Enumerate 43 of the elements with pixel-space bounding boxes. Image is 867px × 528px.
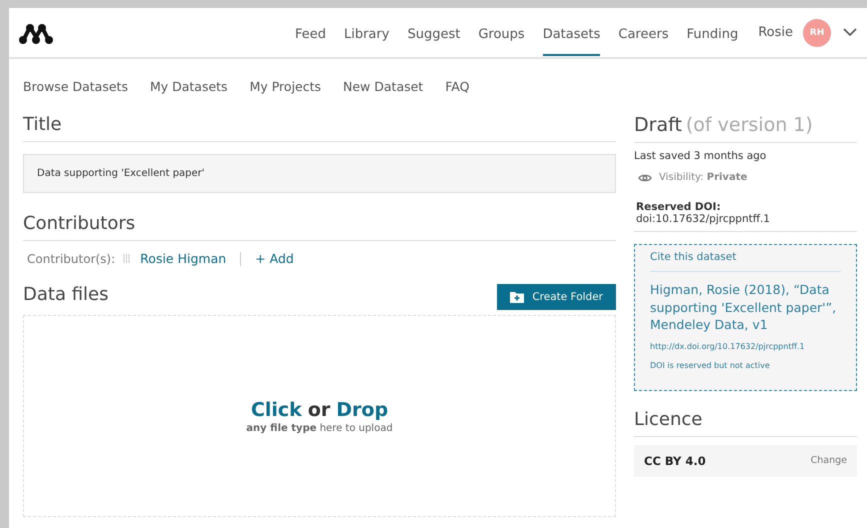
draft-status: Draft xyxy=(634,114,682,136)
nav-tab[interactable]: Datasets xyxy=(542,13,600,56)
drop-text: or xyxy=(308,398,330,420)
change-link[interactable]: Change xyxy=(810,455,847,466)
create-folder-button[interactable]: Create Folder xyxy=(497,284,616,310)
logo-icon[interactable] xyxy=(18,22,54,44)
drag-handle-icon[interactable] xyxy=(123,254,130,263)
licence-value: CC BY 4.0 xyxy=(644,454,706,468)
file-drop-zone[interactable]: Click or Drop any file type here to upload xyxy=(23,315,616,517)
subnav-link[interactable]: Browse Datasets xyxy=(23,79,128,94)
doi-url[interactable]: http://dx.doi.org/10.17632/pjrcppntff.1 xyxy=(650,342,841,350)
chevron-down-icon[interactable] xyxy=(843,28,857,37)
nav-tab[interactable]: Suggest xyxy=(407,13,460,56)
nav-tab[interactable]: Feed xyxy=(294,13,326,56)
cite-heading: Cite this dataset xyxy=(650,251,841,272)
subnav-link[interactable]: New Dataset xyxy=(343,79,424,94)
nav-tab[interactable]: Library xyxy=(344,13,390,56)
section-heading: Contributors xyxy=(23,207,616,241)
drop-link[interactable]: Drop xyxy=(336,398,388,420)
nav-tab[interactable]: Groups xyxy=(478,13,525,56)
version-note: (of version 1) xyxy=(686,114,813,136)
subnav-link[interactable]: My Datasets xyxy=(150,79,228,94)
add-link[interactable]: + Add xyxy=(255,251,294,266)
subnav-link[interactable]: FAQ xyxy=(445,79,470,94)
subnav-link[interactable]: My Projects xyxy=(250,79,322,94)
nav-tab[interactable]: Funding xyxy=(686,13,738,56)
contributor-link[interactable]: Rosie Higman xyxy=(140,251,226,266)
user-name[interactable]: Rosie xyxy=(758,25,793,40)
folder-plus-icon xyxy=(510,290,524,302)
title-field[interactable]: Data supporting 'Excellent paper' xyxy=(23,154,616,193)
eye-icon xyxy=(638,172,652,182)
click-link[interactable]: Click xyxy=(250,398,302,420)
upload-hint: any file type here to upload xyxy=(246,422,393,434)
doi-note: DOI is reserved but not active xyxy=(650,360,771,370)
citation-text: Higman, Rosie (2018), “Data supporting 'Excellent paper'”, Mendeley Data, v1 xyxy=(650,281,838,334)
section-heading: Licence xyxy=(634,402,857,436)
section-heading: Data files xyxy=(23,283,108,307)
reserved-doi-text: Reserved DOI: doi:10.17632/pjrcppntff.1 xyxy=(634,183,857,232)
contributors-label: Contributor(s): xyxy=(27,252,116,266)
visibility-text: Visibility: Private xyxy=(659,172,748,183)
nav-tab[interactable]: Careers xyxy=(618,13,669,56)
section-heading: Title xyxy=(23,108,616,142)
last-saved-text: Last saved 3 months ago xyxy=(634,150,768,162)
